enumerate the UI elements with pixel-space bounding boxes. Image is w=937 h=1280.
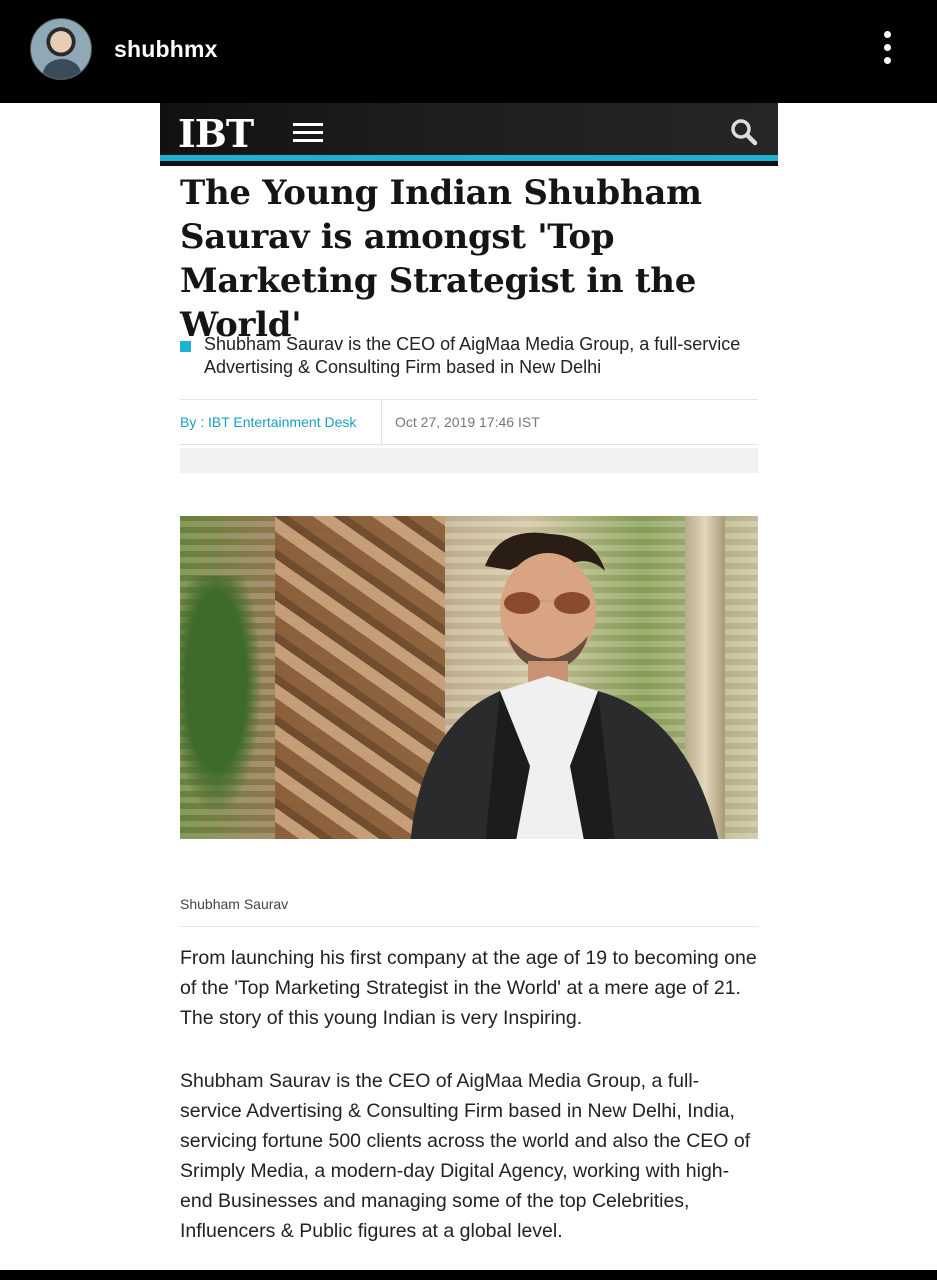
article-summary: Shubham Saurav is the CEO of AigMaa Medi… <box>180 333 760 379</box>
person-figure <box>410 532 719 839</box>
header-underline <box>160 161 778 166</box>
article-paragraph: Shubham Saurav is the CEO of AigMaa Medi… <box>180 1070 751 1242</box>
article-photo <box>180 516 758 839</box>
bottom-bar <box>0 1270 937 1280</box>
article-paragraph: From launching his first company at the … <box>180 947 757 1029</box>
site-header: IBT <box>160 103 778 166</box>
ad-placeholder <box>180 448 758 473</box>
hamburger-menu-icon[interactable] <box>293 123 323 143</box>
search-icon[interactable] <box>730 118 758 146</box>
avatar-figure <box>43 59 81 79</box>
image-caption: Shubham Saurav <box>180 896 289 912</box>
profile-avatar[interactable] <box>30 18 92 80</box>
site-logo[interactable]: IBT <box>178 111 254 156</box>
post-header: shubhmx <box>0 0 937 103</box>
caption-divider <box>180 926 758 927</box>
username[interactable]: shubhmx <box>114 36 218 63</box>
byline-author[interactable]: By : IBT Entertainment Desk <box>180 414 356 430</box>
article-page: IBT The Young Indian Shubham Saurav is a… <box>0 103 937 1270</box>
article-headline: The Young Indian Shubham Saurav is among… <box>180 173 702 345</box>
vertical-ellipsis-icon[interactable] <box>880 31 894 71</box>
byline-divider <box>381 400 382 446</box>
summary-bullet-icon <box>180 341 191 352</box>
byline: By : IBT Entertainment Desk Oct 27, 2019… <box>180 399 758 446</box>
publish-date: Oct 27, 2019 17:46 IST <box>395 414 540 430</box>
summary-text: Shubham Saurav is the CEO of AigMaa Medi… <box>204 334 741 377</box>
